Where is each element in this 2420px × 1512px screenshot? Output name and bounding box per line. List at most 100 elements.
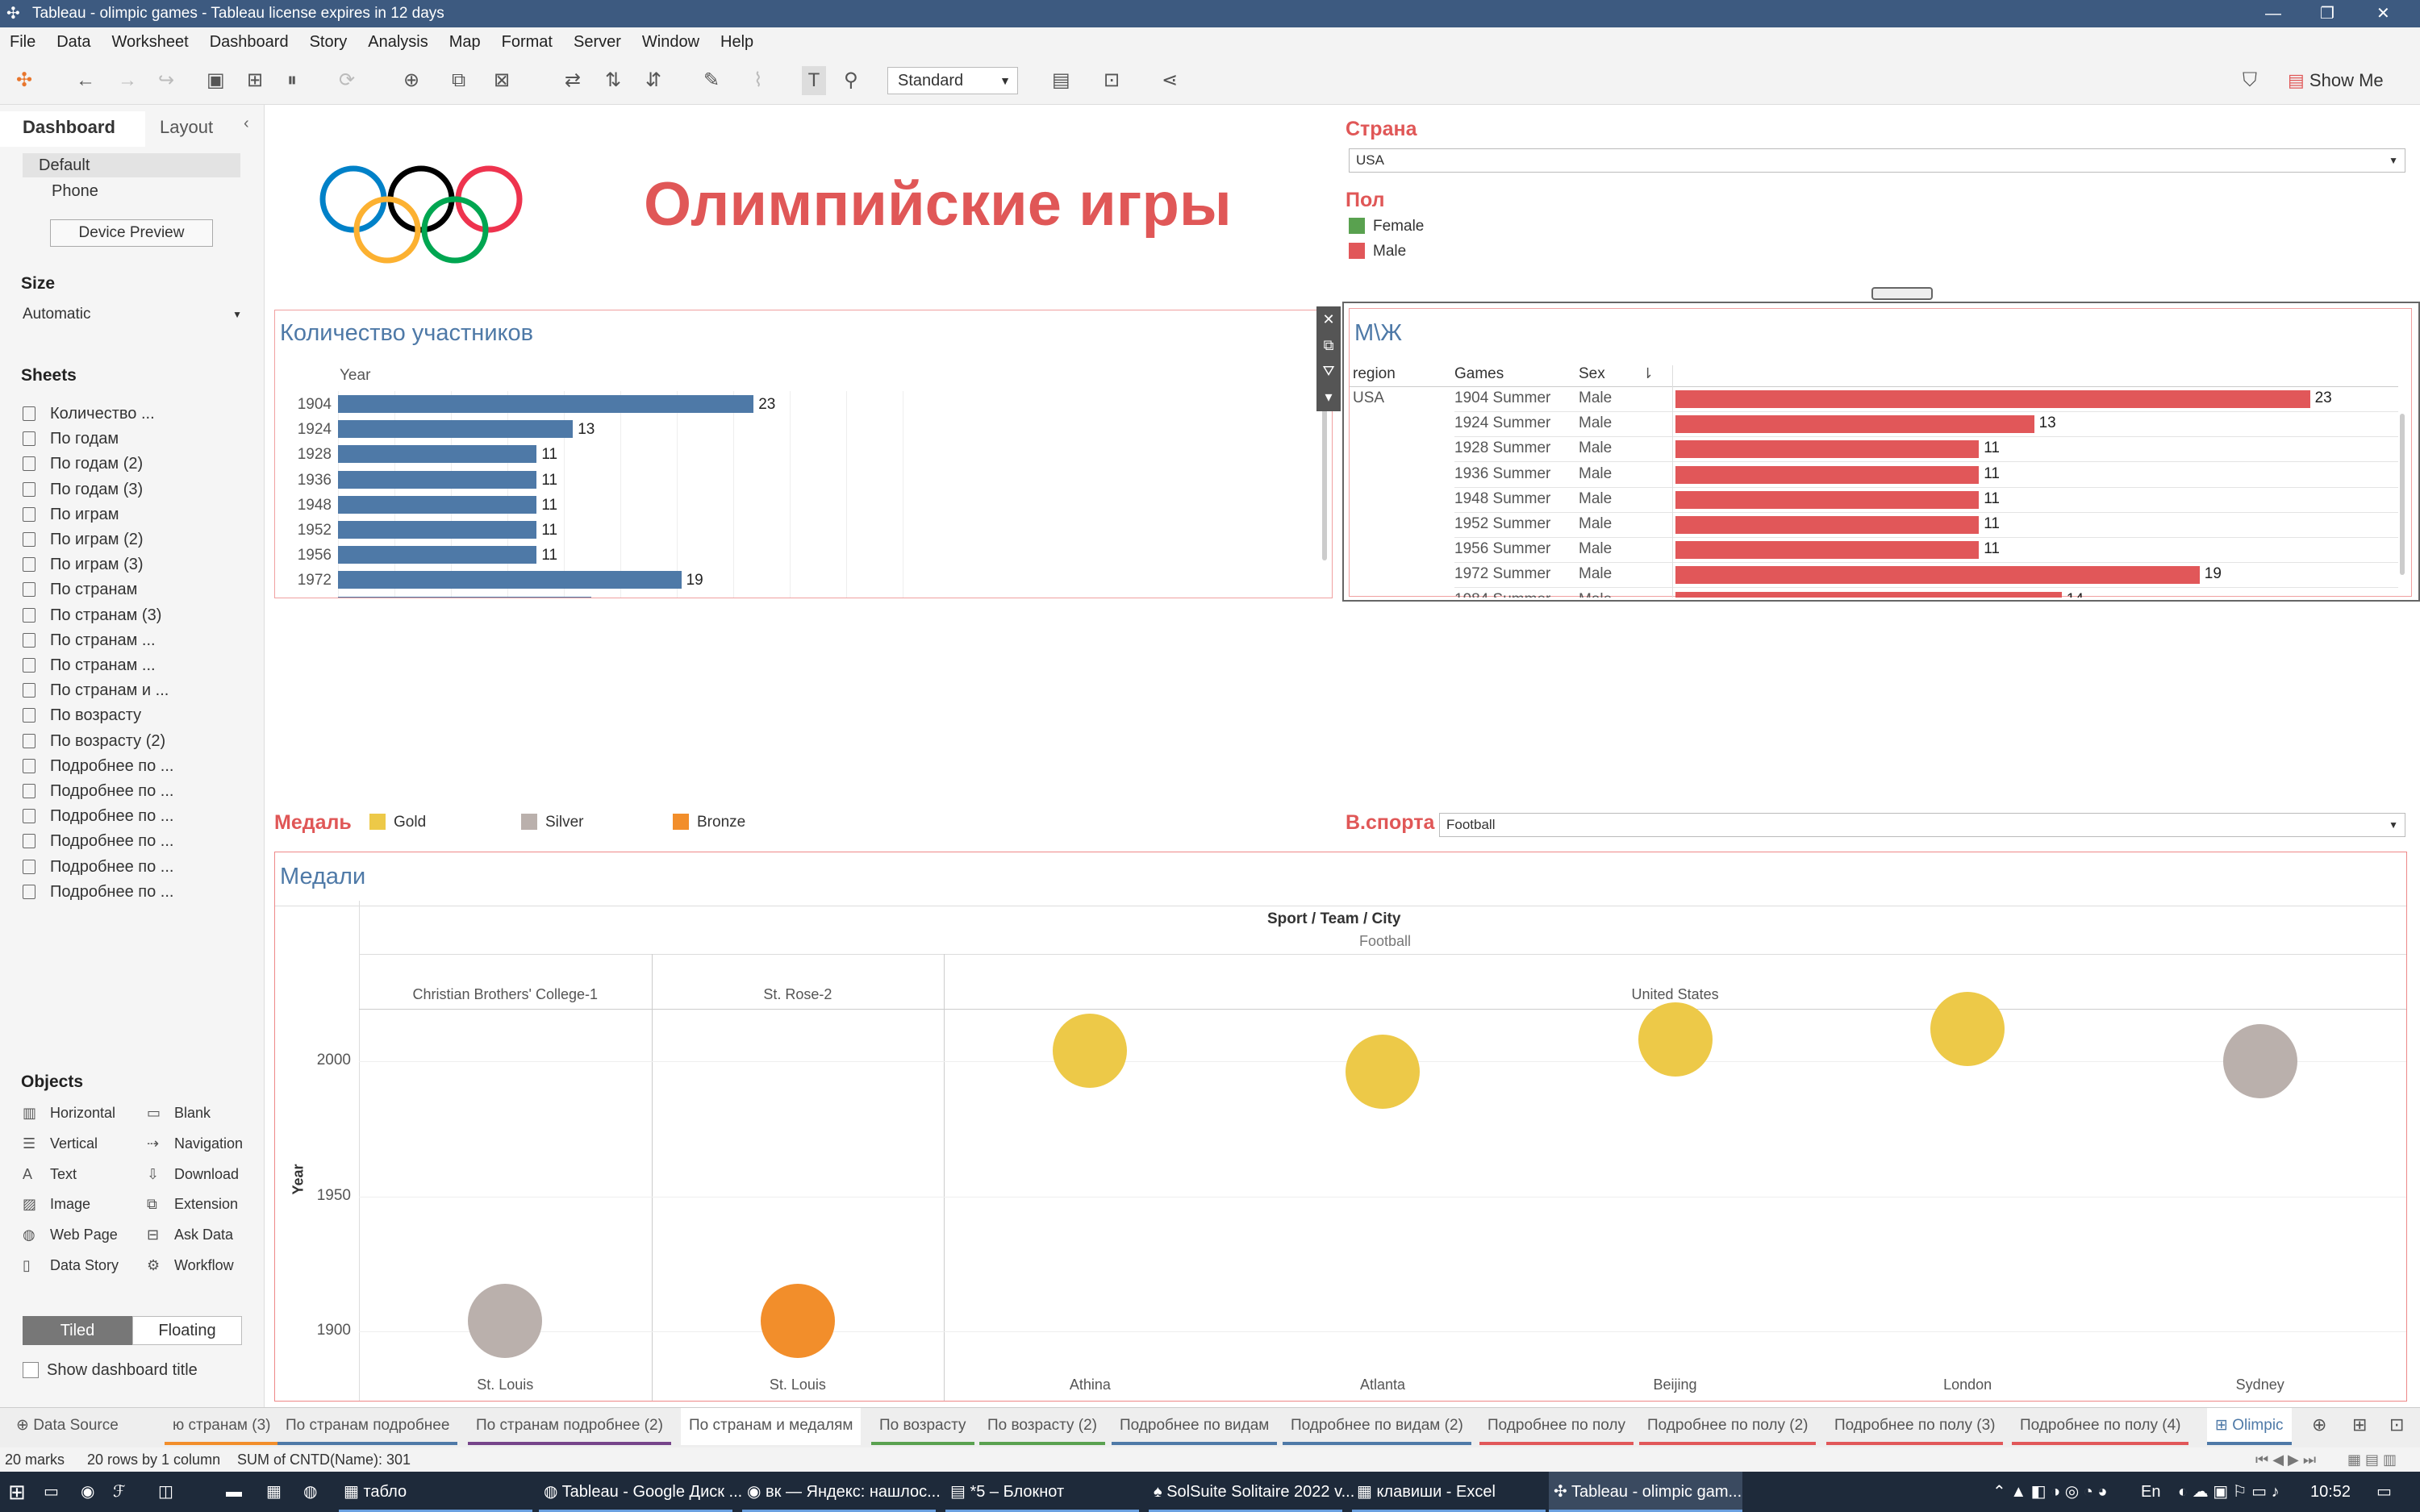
- country-filter-select[interactable]: USA ▼: [1349, 148, 2405, 173]
- floating-button[interactable]: Floating: [132, 1316, 242, 1345]
- sheet-item[interactable]: Подробнее по ...: [23, 832, 173, 851]
- filter-icon[interactable]: ⛛: [1316, 358, 1341, 384]
- new-worksheet-icon[interactable]: ⊕: [403, 66, 419, 95]
- menu-format[interactable]: Format: [502, 27, 553, 56]
- device-preview-button[interactable]: Device Preview: [50, 219, 213, 247]
- language-indicator[interactable]: En: [2141, 1472, 2160, 1512]
- sheet-item[interactable]: По возрасту: [23, 706, 141, 725]
- drag-handle[interactable]: [1871, 287, 1933, 300]
- sheet-item[interactable]: По играм (3): [23, 556, 144, 574]
- app-icon[interactable]: ℱ: [113, 1472, 126, 1512]
- taskbar-item[interactable]: ▤ *5 – Блокнот: [945, 1472, 1139, 1512]
- sheet-item[interactable]: Подробнее по ...: [23, 858, 173, 877]
- taskbar-item[interactable]: ▦ табло: [339, 1472, 532, 1512]
- bar[interactable]: [338, 521, 537, 539]
- refresh-icon[interactable]: ⟳: [339, 66, 355, 95]
- medal-circle-gold[interactable]: [1053, 1013, 1128, 1088]
- bar[interactable]: [338, 470, 537, 489]
- undo-icon[interactable]: ←: [76, 66, 95, 95]
- scrollbar[interactable]: [1322, 391, 1327, 560]
- object-text[interactable]: A Text: [23, 1166, 77, 1183]
- menu-window[interactable]: Window: [642, 27, 699, 56]
- bar[interactable]: [338, 495, 537, 514]
- show-title-checkbox[interactable]: Show dashboard title: [23, 1361, 198, 1380]
- fit-select[interactable]: Standard ▼: [887, 67, 1018, 94]
- clock[interactable]: 10:52: [2310, 1472, 2351, 1512]
- bar[interactable]: [338, 571, 682, 589]
- sheet-tab[interactable]: ⊞ Olimpic: [2207, 1408, 2292, 1445]
- bar[interactable]: [338, 445, 537, 464]
- remove-icon[interactable]: ✕: [1316, 306, 1341, 332]
- new-datasource-icon[interactable]: ⊞: [247, 66, 263, 95]
- desktop-icon[interactable]: ▭: [44, 1472, 59, 1512]
- medal-circle-gold[interactable]: [1638, 1002, 1713, 1077]
- sheet-tab[interactable]: Подробнее по полу (3): [1826, 1408, 2004, 1445]
- menu-data[interactable]: Data: [56, 27, 90, 56]
- taskbar-item[interactable]: ▦ клавиши - Excel: [1352, 1472, 1546, 1512]
- new-story-icon[interactable]: ⊡: [2389, 1414, 2404, 1435]
- sheet-item[interactable]: Подробнее по ...: [23, 883, 173, 902]
- sheet-item[interactable]: По годам (2): [23, 455, 143, 473]
- object-download[interactable]: ⇩ Download: [147, 1166, 239, 1183]
- sort-icon[interactable]: ⇂: [1642, 365, 1654, 382]
- size-select[interactable]: Automatic ▼: [23, 302, 242, 327]
- menu-dashboard[interactable]: Dashboard: [210, 27, 289, 56]
- bar[interactable]: [1675, 541, 1980, 560]
- bar[interactable]: [338, 395, 754, 413]
- taskbar-item[interactable]: ✣ Tableau - olimpic gam...: [1549, 1472, 1742, 1512]
- sheet-item[interactable]: Подробнее по ...: [23, 782, 173, 801]
- sort-desc-icon[interactable]: ⇵: [645, 66, 661, 95]
- bar[interactable]: [1675, 415, 2034, 434]
- more-options-icon[interactable]: ▾: [1316, 384, 1341, 410]
- medal-circle-silver[interactable]: [468, 1283, 543, 1358]
- clear-sheet-icon[interactable]: ⊠: [494, 66, 510, 95]
- highlight-icon[interactable]: ✎: [703, 66, 720, 95]
- tableau-logo-icon[interactable]: ✣: [16, 66, 32, 95]
- object-image[interactable]: ▨ Image: [23, 1196, 90, 1213]
- medal-circle-gold[interactable]: [1346, 1035, 1420, 1110]
- show-me-button[interactable]: ▤ Show Me: [2288, 66, 2384, 95]
- firefox-icon[interactable]: ◍: [303, 1472, 317, 1512]
- sheet-item[interactable]: По играм (2): [23, 531, 144, 549]
- redo-icon[interactable]: →: [118, 66, 137, 95]
- new-dashboard-icon[interactable]: ⊞: [2352, 1414, 2367, 1435]
- restore-icon[interactable]: ❐: [2320, 0, 2334, 27]
- go-to-sheet-icon[interactable]: ⧉: [1316, 332, 1341, 358]
- sheet-tab[interactable]: ю странам (3): [165, 1408, 279, 1445]
- sheet-item[interactable]: По странам ...: [23, 631, 156, 650]
- device-phone[interactable]: Phone: [52, 179, 98, 203]
- share-icon[interactable]: ⋖: [1162, 66, 1178, 95]
- sheet-item[interactable]: Количество ...: [23, 405, 155, 423]
- medal-circle-bronze[interactable]: [760, 1283, 835, 1358]
- tiled-button[interactable]: Tiled: [23, 1316, 132, 1345]
- sheet-tab[interactable]: Подробнее по полу: [1479, 1408, 1634, 1445]
- collapse-icon[interactable]: ‹: [244, 115, 249, 133]
- bar[interactable]: [1675, 390, 2310, 408]
- legend-item-bronze[interactable]: Bronze: [673, 814, 745, 831]
- device-default[interactable]: Default: [23, 153, 240, 177]
- bar[interactable]: [1675, 591, 2062, 598]
- tab-dashboard[interactable]: Dashboard: [0, 111, 145, 147]
- object-horizontal[interactable]: ▥ Horizontal: [23, 1105, 115, 1122]
- sheet-tab[interactable]: ⊕ Data Source: [8, 1408, 127, 1445]
- sheet-tab[interactable]: Подробнее по видам: [1112, 1408, 1278, 1445]
- menu-story[interactable]: Story: [310, 27, 348, 56]
- medal-circle-gold[interactable]: [1930, 991, 2005, 1066]
- object-data-story[interactable]: ▯ Data Story: [23, 1257, 119, 1274]
- legend-item-male[interactable]: Male: [1349, 243, 1406, 260]
- bar[interactable]: [1675, 490, 1980, 509]
- menu-worksheet[interactable]: Worksheet: [111, 27, 188, 56]
- sheet-item[interactable]: Подробнее по ...: [23, 757, 173, 776]
- legend-item-silver[interactable]: Silver: [521, 814, 584, 831]
- pause-updates-icon[interactable]: ⏸: [287, 66, 297, 95]
- bar[interactable]: [338, 420, 574, 439]
- sheet-item[interactable]: По играм: [23, 506, 119, 524]
- legend-item-female[interactable]: Female: [1349, 218, 1424, 235]
- sheet-tab[interactable]: По странам и медалям: [681, 1408, 862, 1445]
- group-icon[interactable]: ⌇: [753, 66, 763, 95]
- duplicate-icon[interactable]: ⧉: [452, 66, 465, 95]
- menu-help[interactable]: Help: [720, 27, 753, 56]
- sheet-tab[interactable]: По странам подробнее (2): [468, 1408, 671, 1445]
- menu-map[interactable]: Map: [449, 27, 481, 56]
- sheet-tab[interactable]: По возрасту: [871, 1408, 974, 1445]
